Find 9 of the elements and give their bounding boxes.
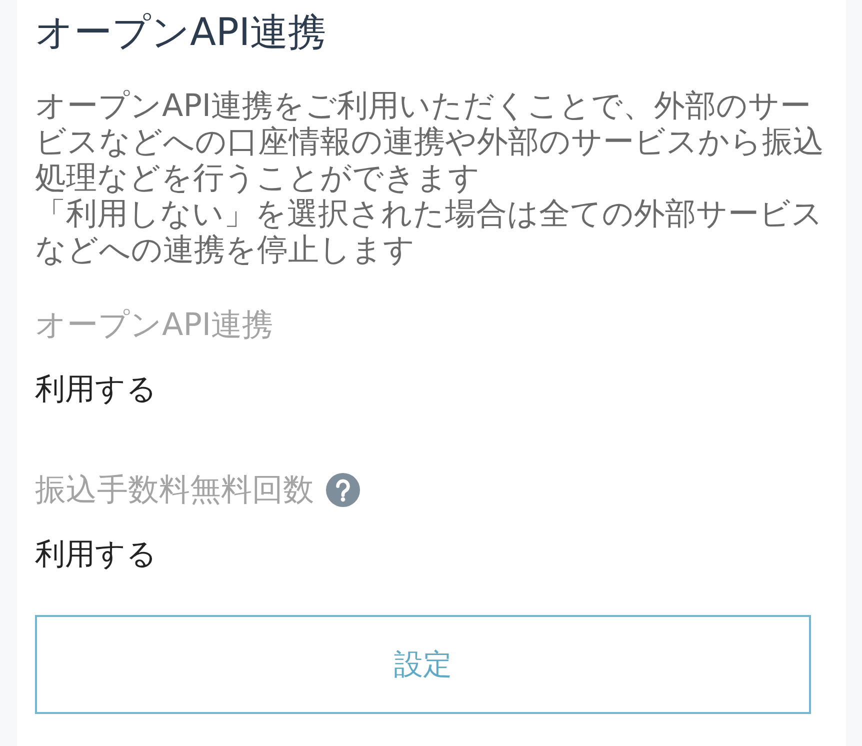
description-text: 「利用しない」を選択された場合は全ての外部サービスなどへの連携を停止します xyxy=(35,196,824,268)
description-text: オープンAPI連携をご利用いただくことで、外部のサービスなどへの口座情報の連携や外部のサービスから振込処理などを行うことができます xyxy=(35,88,825,196)
setting-value: 利用する xyxy=(35,537,158,573)
setting-label: オープンAPI連携 xyxy=(35,307,274,343)
settings-button[interactable]: 設定 xyxy=(35,615,811,714)
page-title: オープンAPI連携 xyxy=(35,11,328,53)
help-icon[interactable] xyxy=(326,473,360,507)
setting-label: 振込手数料無料回数 xyxy=(35,472,314,508)
setting-value: 利用する xyxy=(35,372,158,408)
